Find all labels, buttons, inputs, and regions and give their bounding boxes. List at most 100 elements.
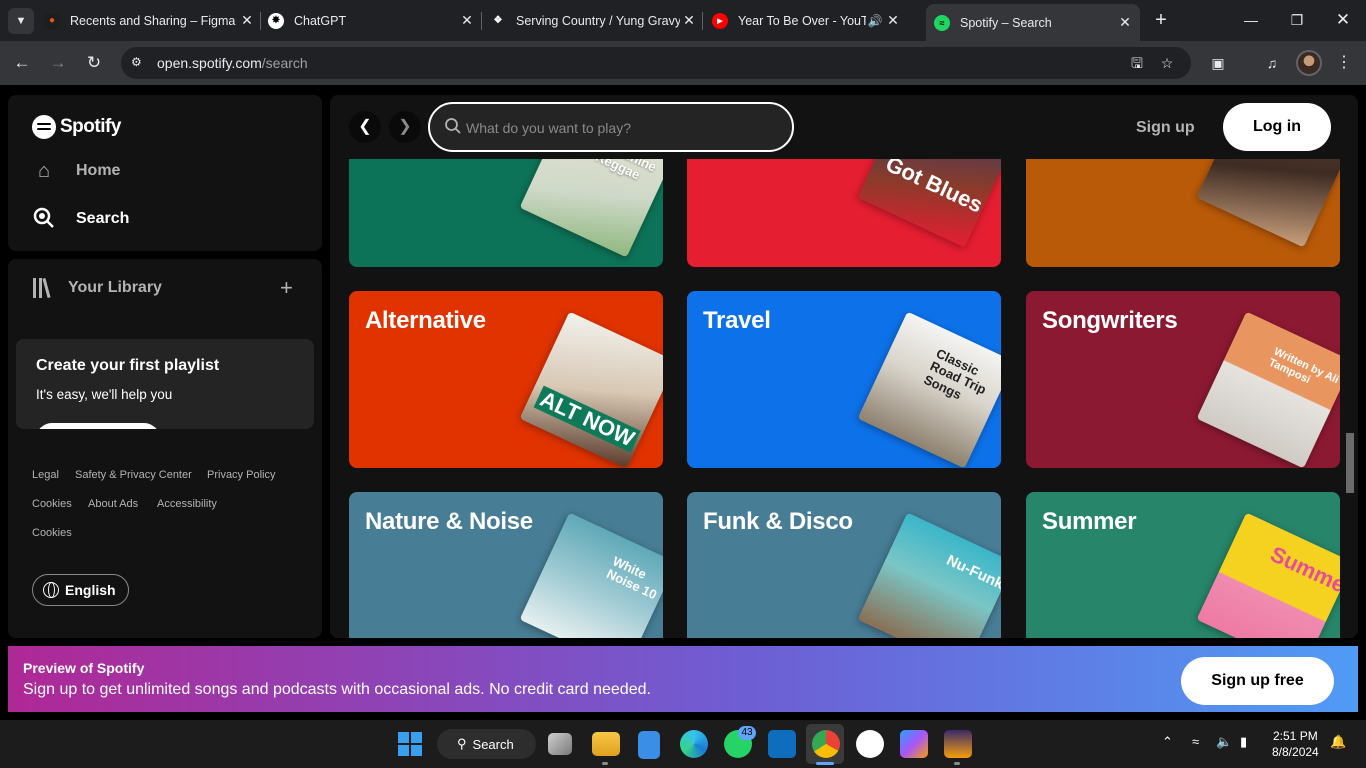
- category-label: Summer: [1042, 508, 1137, 535]
- windows-start-icon[interactable]: [398, 732, 422, 756]
- close-window-icon[interactable]: ✕: [1328, 8, 1358, 32]
- file-explorer-icon[interactable]: [592, 732, 620, 756]
- category-card-funk-disco[interactable]: Funk & Disco Nu-Funk: [687, 492, 1001, 638]
- new-tab-button[interactable]: +: [1150, 9, 1172, 31]
- address-bar[interactable]: ⚙ open.spotify.com/search 🖫 ☆: [121, 47, 1191, 79]
- tab-title: Spotify – Search: [960, 15, 1052, 30]
- top-bar: ❮ ❯ Sign up Log in: [330, 95, 1358, 159]
- your-library-button[interactable]: Your Library: [32, 277, 162, 299]
- chrome-icon[interactable]: [812, 730, 840, 758]
- notepad-icon[interactable]: [638, 731, 660, 759]
- category-art: ALT NOW: [519, 311, 663, 468]
- whatsapp-notification-badge: 43: [738, 726, 756, 740]
- clock[interactable]: 2:51 PM 8/8/2024: [1272, 728, 1319, 760]
- battery-icon[interactable]: ▮: [1240, 734, 1247, 750]
- audio-playing-icon[interactable]: 🔊: [866, 14, 884, 28]
- clock-time: 2:51 PM: [1273, 729, 1318, 743]
- close-tab-icon[interactable]: ✕: [884, 12, 902, 29]
- browser-toolbar: ← → ↻ ⚙ open.spotify.com/search 🖫 ☆ ▣ ♫ …: [0, 41, 1366, 85]
- install-app-icon[interactable]: 🖫: [1127, 53, 1147, 73]
- show-hidden-icons-chevron-icon[interactable]: ⌃: [1162, 734, 1173, 750]
- category-card-songwriters[interactable]: Songwriters Written by Ali Tamposi: [1026, 291, 1340, 468]
- log-in-button[interactable]: Log in: [1223, 103, 1331, 151]
- minimize-icon[interactable]: —: [1236, 8, 1266, 32]
- vscode-icon[interactable]: [768, 730, 796, 758]
- back-arrow-icon[interactable]: ←: [10, 51, 34, 75]
- close-tab-icon[interactable]: ✕: [680, 12, 698, 29]
- restore-icon[interactable]: ❐: [1282, 8, 1312, 32]
- task-view-icon[interactable]: [548, 733, 572, 755]
- close-tab-icon[interactable]: ✕: [1116, 14, 1134, 31]
- search-input[interactable]: [466, 117, 766, 139]
- category-label: Travel: [703, 307, 771, 334]
- active-indicator: [816, 762, 834, 765]
- language-label: English: [65, 582, 116, 598]
- art-text: Nu-Funk: [943, 551, 1001, 593]
- copilot-icon[interactable]: [900, 730, 928, 758]
- category-card-summer[interactable]: Summer Summer: [1026, 492, 1340, 638]
- tab-chatgpt[interactable]: ✸ ChatGPT ✕: [268, 6, 476, 35]
- category-art: White Noise 10: [519, 512, 663, 638]
- category-card-alternative[interactable]: Alternative ALT NOW: [349, 291, 663, 468]
- app-icon[interactable]: [944, 730, 972, 758]
- category-label: Songwriters: [1042, 307, 1178, 334]
- tab-figma[interactable]: ● Recents and Sharing – Figma ✕: [44, 6, 256, 35]
- category-card-nature-noise[interactable]: Nature & Noise White Noise 10: [349, 492, 663, 638]
- art-text: Classic Road Trip Songs: [921, 345, 989, 402]
- footer-link-cookies-2[interactable]: Cookies: [32, 527, 72, 539]
- tidal-icon: ❖: [493, 15, 503, 26]
- site-info-icon[interactable]: ⚙: [131, 55, 147, 71]
- sign-up-free-button[interactable]: Sign up free: [1181, 657, 1334, 705]
- globe-icon: [43, 582, 59, 598]
- forward-arrow-icon[interactable]: →: [46, 51, 70, 75]
- preview-banner[interactable]: Preview of Spotify Sign up to get unlimi…: [8, 646, 1358, 712]
- category-card-travel[interactable]: Travel Classic Road Trip Songs: [687, 291, 1001, 468]
- running-indicator: [954, 762, 960, 765]
- profile-avatar[interactable]: [1296, 50, 1322, 76]
- footer-link-accessibility[interactable]: Accessibility: [157, 498, 217, 510]
- bookmark-star-icon[interactable]: ☆: [1157, 53, 1177, 73]
- tab-search-menu-button[interactable]: ▼: [8, 8, 34, 34]
- url-path: /search: [261, 55, 308, 71]
- footer-link-about-ads[interactable]: About Ads: [88, 498, 138, 510]
- tab-title: Serving Country / Yung Gravy: [516, 13, 680, 28]
- browser-menu-icon[interactable]: ⋮: [1334, 53, 1354, 73]
- category-art: Written by Ali Tamposi: [1196, 311, 1340, 468]
- tab-spotify[interactable]: ≈ Spotify – Search ✕: [926, 4, 1140, 41]
- tab-tidal[interactable]: ❖ Serving Country / Yung Gravy ✕: [490, 6, 698, 35]
- footer-link-safety[interactable]: Safety & Privacy Center: [75, 469, 192, 481]
- banner-title: Preview of Spotify: [23, 660, 145, 676]
- search-bar[interactable]: [428, 102, 794, 152]
- main-scrollbar[interactable]: [1346, 433, 1354, 493]
- mongodb-compass-icon[interactable]: [856, 730, 884, 758]
- go-back-button[interactable]: ❮: [349, 111, 381, 143]
- footer-link-privacy-policy[interactable]: Privacy Policy: [207, 469, 275, 481]
- notification-bell-icon[interactable]: 🔔: [1330, 734, 1346, 750]
- sidebar-item-home[interactable]: ⌂ Home: [32, 159, 121, 183]
- home-icon: ⌂: [37, 160, 51, 182]
- close-tab-icon[interactable]: ✕: [458, 12, 476, 29]
- media-control-icon[interactable]: ♫: [1262, 53, 1282, 73]
- create-playlist-plus-icon[interactable]: +: [280, 275, 293, 301]
- create-playlist-button[interactable]: [36, 423, 160, 429]
- sign-up-button[interactable]: Sign up: [1136, 119, 1195, 137]
- footer-link-legal[interactable]: Legal: [32, 469, 59, 481]
- go-forward-button[interactable]: ❯: [389, 111, 421, 143]
- spotify-logo[interactable]: Spotify: [32, 115, 121, 139]
- taskbar-search[interactable]: ⚲ Search: [437, 729, 536, 759]
- spotify-logo-icon: [32, 115, 56, 139]
- footer-link-cookies[interactable]: Cookies: [32, 498, 72, 510]
- browser-tab-strip: ▼ ● Recents and Sharing – Figma ✕ ✸ Chat…: [0, 0, 1366, 41]
- tab-title: Year To Be Over - YouTube: [738, 13, 866, 28]
- tab-title: ChatGPT: [294, 13, 347, 28]
- sidebar-item-search[interactable]: Search: [32, 207, 129, 231]
- extensions-icon[interactable]: ▣: [1208, 53, 1228, 73]
- wifi-icon[interactable]: ≈: [1192, 734, 1199, 749]
- volume-icon[interactable]: 🔈: [1216, 734, 1232, 750]
- close-tab-icon[interactable]: ✕: [238, 12, 256, 29]
- language-button[interactable]: English: [32, 574, 129, 606]
- main-content: ❮ ❯ Sign up Log in Sunshine Reggae Got B…: [330, 95, 1358, 638]
- reload-icon[interactable]: ↻: [82, 51, 106, 75]
- tab-youtube[interactable]: ▶ Year To Be Over - YouTube 🔊 ✕: [712, 6, 918, 35]
- edge-icon[interactable]: [680, 730, 708, 758]
